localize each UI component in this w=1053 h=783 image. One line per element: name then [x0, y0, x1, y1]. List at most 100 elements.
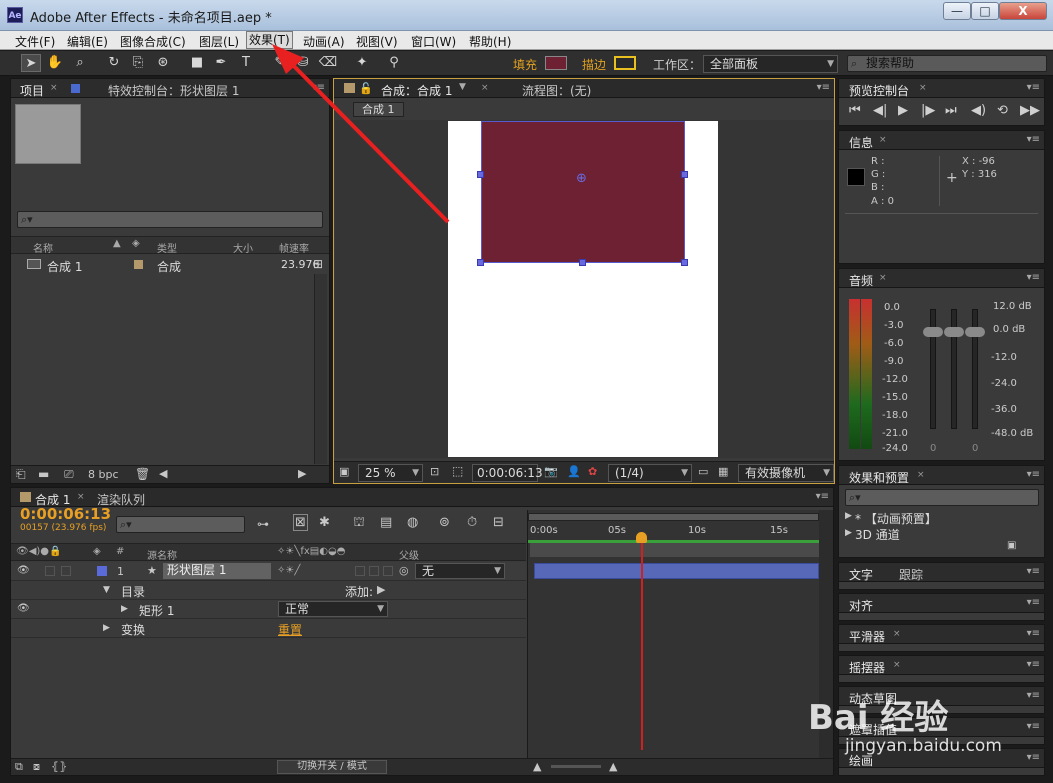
col-name[interactable]: 名称	[33, 240, 53, 255]
ram-preview-icon[interactable]: ▶▶	[1020, 103, 1040, 118]
switch-toggle[interactable]	[355, 566, 365, 576]
transform-handle[interactable]	[681, 259, 688, 266]
panel-menu-icon[interactable]: ▾≡	[1027, 690, 1040, 701]
maximize-button[interactable]: □	[971, 2, 999, 20]
rotate-tool-icon[interactable]: ↻	[104, 54, 124, 72]
close-icon[interactable]: ×	[917, 470, 925, 480]
scroll-left-icon[interactable]: ◀	[159, 467, 167, 480]
previous-frame-icon[interactable]: ◀|	[873, 103, 887, 118]
expand-icon[interactable]: ▶	[121, 604, 128, 614]
zoom-in-icon[interactable]: ▲	[609, 760, 617, 773]
add-label[interactable]: 添加:	[345, 583, 373, 600]
timeline-timecode[interactable]: 0:00:06:13	[20, 505, 111, 523]
zoom-tool-icon[interactable]: ⌕	[70, 54, 90, 72]
menu-edit[interactable]: 编辑(E)	[65, 33, 110, 50]
property-row-transform[interactable]: ▶ 变换 重置	[11, 619, 526, 638]
shape-layer-rectangle[interactable]: ⊕	[481, 121, 685, 263]
menu-composition[interactable]: 图像合成(C)	[118, 33, 188, 50]
interpret-footage-icon[interactable]: ⎗	[16, 467, 26, 482]
tab-info[interactable]: 信息	[849, 134, 873, 151]
tab-wiggler[interactable]: 摇摆器	[849, 659, 885, 676]
tab-paragraph[interactable]: 跟踪	[899, 566, 923, 583]
anchor-point-icon[interactable]: ⊕	[576, 171, 587, 186]
transform-handle[interactable]	[681, 171, 688, 178]
menu-help[interactable]: 帮助(H)	[467, 33, 513, 50]
tab-project[interactable]: 项目	[20, 82, 44, 99]
transparency-grid-icon[interactable]: ▦	[718, 465, 728, 478]
audio-icon[interactable]: ◀)	[971, 103, 986, 118]
tab-effect-controls[interactable]: 特效控制台：形状图层 1	[108, 82, 239, 99]
panel-menu-icon[interactable]: ▾≡	[816, 491, 829, 502]
close-icon[interactable]: ×	[77, 492, 85, 502]
property-row-contents[interactable]: ▼ 目录 添加: ▶	[11, 581, 526, 600]
tab-align[interactable]: 对齐	[849, 597, 873, 614]
panel-menu-icon[interactable]: ▾≡	[1027, 469, 1040, 480]
close-icon[interactable]: ×	[893, 660, 901, 670]
resolution-dropdown[interactable]: (1/4) ▼	[608, 464, 692, 482]
tab-preview[interactable]: 预览控制台	[849, 82, 909, 99]
col-fps[interactable]: 帧速率	[279, 240, 309, 255]
col-parent[interactable]: 父级	[399, 547, 419, 562]
close-button[interactable]: X	[999, 2, 1047, 20]
visibility-eye-icon[interactable]: 👁	[17, 603, 30, 614]
layer-switches-icon[interactable]: ✧☀╱	[277, 565, 300, 576]
hand-tool-icon[interactable]: ✋	[45, 54, 65, 72]
last-frame-icon[interactable]: ⏭	[945, 103, 957, 118]
expand-icon[interactable]: ▶	[103, 623, 110, 633]
close-icon[interactable]: ×	[879, 273, 887, 283]
live-update-icon[interactable]: ⊠	[293, 514, 308, 531]
first-frame-icon[interactable]: ⏮	[849, 103, 861, 118]
in-out-toggle-icon[interactable]: ⦃⦄	[51, 760, 67, 773]
expand-icon[interactable]: ▶	[845, 511, 852, 521]
next-frame-icon[interactable]: |▶	[921, 103, 935, 118]
close-icon[interactable]: ×	[893, 629, 901, 639]
parent-dropdown[interactable]: 无 ▼	[415, 563, 505, 579]
playhead[interactable]	[641, 540, 643, 750]
camera-snapshot-icon[interactable]: 📷	[544, 465, 558, 478]
grid-icon[interactable]: ⊡	[430, 465, 439, 478]
effects-tree-item[interactable]: 3D 通道	[855, 526, 900, 543]
col-source-name[interactable]: 源名称	[147, 547, 177, 562]
solo-toggle[interactable]	[45, 566, 55, 576]
help-search-input[interactable]: ⌕ 搜索帮助	[847, 55, 1047, 72]
new-preset-icon[interactable]: ▣	[1007, 540, 1016, 551]
fader-knob[interactable]	[944, 327, 964, 337]
minimize-button[interactable]: —	[943, 2, 971, 20]
panel-menu-icon[interactable]: ▾≡	[1027, 752, 1040, 763]
graph-editor-icon[interactable]: ⊟	[493, 515, 504, 530]
panel-menu-icon[interactable]: ▾≡	[1027, 721, 1040, 732]
close-icon[interactable]: ×	[50, 83, 58, 93]
new-comp-icon[interactable]: ⎚	[64, 467, 74, 482]
fill-label[interactable]: 填充	[513, 56, 537, 73]
lock-toggle[interactable]	[61, 566, 71, 576]
camera-tool-icon[interactable]: ⎘	[128, 54, 148, 72]
frame-blending-icon[interactable]: ▤	[380, 515, 392, 530]
panel-menu-icon[interactable]: ▾≡	[1027, 82, 1040, 93]
panel-menu-icon[interactable]: ▾≡	[1027, 628, 1040, 639]
panel-menu-icon[interactable]: ▾≡	[1027, 659, 1040, 670]
pen-tool-icon[interactable]: ✒	[211, 54, 231, 72]
layer-switches-toggle-icon[interactable]: ⧉	[15, 760, 23, 774]
region-of-interest-icon[interactable]: ▭	[698, 465, 708, 478]
layer-name[interactable]: 形状图层 1	[163, 563, 271, 579]
pickwhip-icon[interactable]: ◎	[399, 564, 409, 577]
transfer-controls-toggle-icon[interactable]: ⧇	[33, 760, 40, 774]
chevron-down-icon[interactable]: ▼	[459, 82, 466, 92]
close-icon[interactable]: ×	[481, 83, 489, 93]
reset-link[interactable]: 重置	[278, 621, 302, 638]
hide-shy-icon[interactable]: ⛫	[353, 515, 365, 532]
panel-menu-icon[interactable]: ▾≡	[817, 82, 830, 93]
playhead-handle[interactable]	[636, 532, 647, 543]
panel-menu-icon[interactable]: ▾≡	[1027, 134, 1040, 145]
zoom-dropdown[interactable]: 25 % ▼	[358, 464, 423, 482]
property-row-rectangle[interactable]: 👁 ▶ 矩形 1 正常 ▼	[11, 600, 526, 619]
zoom-slider[interactable]	[551, 765, 601, 768]
layer-duration-bar[interactable]	[534, 563, 819, 579]
visibility-eye-icon[interactable]: 👁	[17, 565, 30, 576]
switch-toggle[interactable]	[383, 566, 393, 576]
selection-tool-icon[interactable]: ➤	[21, 54, 41, 72]
fill-color-swatch[interactable]	[545, 56, 567, 70]
layer-row[interactable]: 👁 1 ★ 形状图层 1 ✧☀╱ ◎ 无 ▼	[11, 562, 526, 581]
camera-dropdown[interactable]: 有效摄像机 ▼	[738, 464, 834, 482]
stroke-color-swatch[interactable]	[614, 56, 636, 70]
